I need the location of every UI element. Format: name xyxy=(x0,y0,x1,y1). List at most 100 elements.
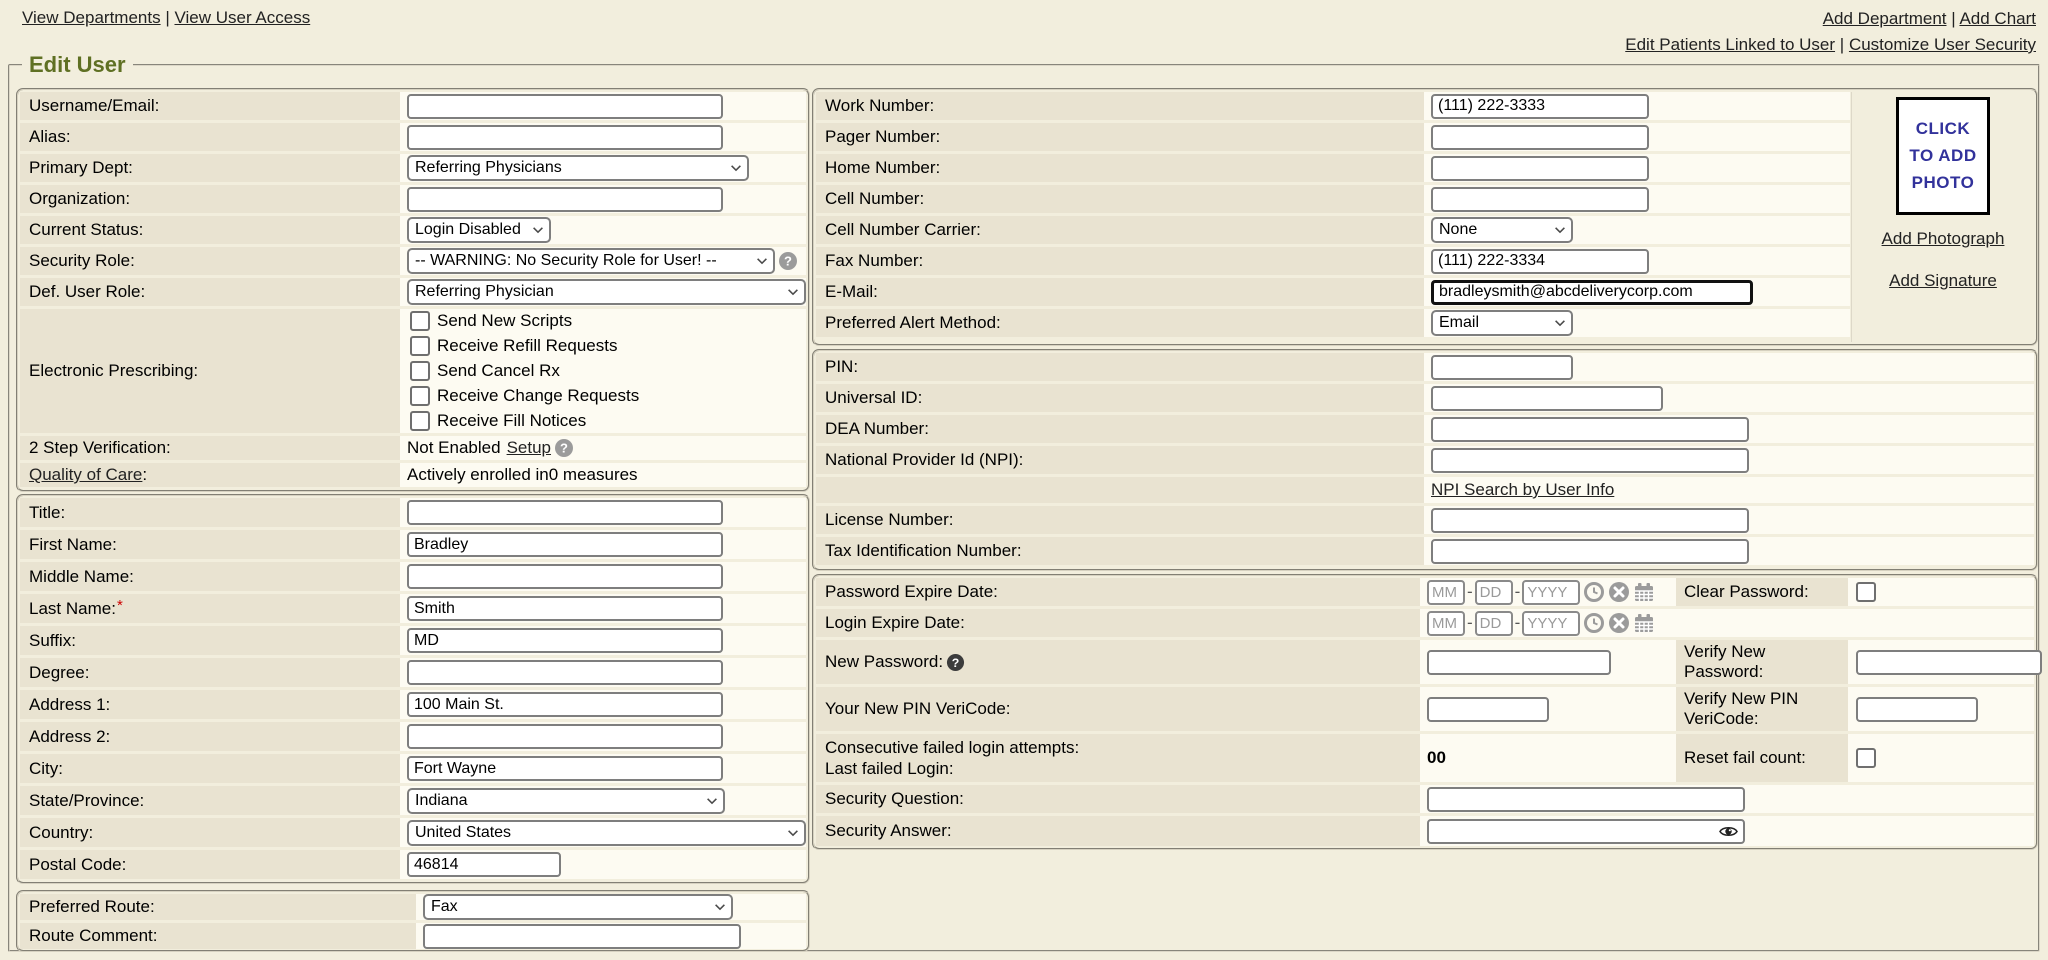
chevron-down-icon xyxy=(786,285,800,299)
dea-number-input[interactable] xyxy=(1431,417,1749,442)
clear-date-icon[interactable] xyxy=(1608,581,1630,603)
eye-icon[interactable] xyxy=(1719,825,1738,838)
receive-change-requests-checkbox[interactable] xyxy=(410,386,430,406)
photo-placeholder-line: PHOTO xyxy=(1912,173,1975,193)
preferred-route-select[interactable]: Fax xyxy=(423,894,733,920)
npi-search-by-user-info-link[interactable]: NPI Search by User Info xyxy=(1431,480,1614,500)
security-answer-input[interactable] xyxy=(1427,819,1745,844)
add-chart-link[interactable]: Add Chart xyxy=(1959,9,2036,28)
cell-number-carrier-value: None xyxy=(1439,221,1477,239)
postal-code-input[interactable] xyxy=(407,852,561,877)
country-select[interactable]: United States xyxy=(407,820,806,846)
license-number-input[interactable] xyxy=(1431,508,1749,533)
reset-fail-count-checkbox[interactable] xyxy=(1856,748,1876,768)
add-photograph-link[interactable]: Add Photograph xyxy=(1882,229,2005,249)
year-input[interactable] xyxy=(1522,611,1580,636)
pager-number-input[interactable] xyxy=(1431,125,1649,150)
view-user-access-link[interactable]: View User Access xyxy=(174,8,310,27)
alias-input[interactable] xyxy=(407,125,723,150)
verify-new-password-input[interactable] xyxy=(1856,650,2042,675)
route-section: Preferred Route:FaxRoute Comment: xyxy=(16,890,810,952)
verify-new-password-label: Verify New Password: xyxy=(1676,640,1848,684)
home-number-input[interactable] xyxy=(1431,156,1649,181)
receive-change-requests-option: Receive Change Requests xyxy=(410,383,639,408)
photo-panel: CLICK TO ADD PHOTO Add Photograph Add Si… xyxy=(1851,92,2034,342)
clock-icon[interactable] xyxy=(1583,581,1605,603)
clear-date-icon[interactable] xyxy=(1608,612,1630,634)
organization-input[interactable] xyxy=(407,187,723,212)
day-input[interactable] xyxy=(1475,580,1513,605)
quality-of-care-link[interactable]: Quality of Care xyxy=(29,465,142,484)
date-inputs: -- xyxy=(1427,580,1655,605)
primary-dept-value: Referring Physicians xyxy=(415,159,562,177)
add-signature-link[interactable]: Add Signature xyxy=(1889,271,1997,291)
clock-icon[interactable] xyxy=(1583,612,1605,634)
work-number-input[interactable] xyxy=(1431,94,1649,119)
view-departments-link[interactable]: View Departments xyxy=(22,8,161,27)
security-role-row: Security Role:-- WARNING: No Security Ro… xyxy=(20,247,806,275)
primary-dept-select[interactable]: Referring Physicians xyxy=(407,155,749,181)
help-icon[interactable]: ? xyxy=(554,438,574,458)
receive-fill-notices-checkbox[interactable] xyxy=(410,411,430,431)
setup-link[interactable]: Setup xyxy=(507,438,551,458)
organization-label: Organization: xyxy=(29,189,130,209)
first-name-input[interactable] xyxy=(407,532,723,557)
cell-number-carrier-row: Cell Number Carrier:None xyxy=(816,216,1850,244)
universal-id-input[interactable] xyxy=(1431,386,1663,411)
chevron-down-icon xyxy=(713,900,727,914)
new-password-input[interactable] xyxy=(1427,650,1611,675)
account-section: Username/Email:Alias:Primary Dept:Referr… xyxy=(16,88,810,492)
country-row: Country:United States xyxy=(20,818,806,847)
month-input[interactable] xyxy=(1427,611,1465,636)
address-1-input[interactable] xyxy=(407,692,723,717)
help-dark-icon[interactable]: ? xyxy=(946,653,965,672)
date-dash: - xyxy=(1515,582,1521,602)
tax-identification-number-input[interactable] xyxy=(1431,539,1749,564)
receive-refill-requests-checkbox[interactable] xyxy=(410,336,430,356)
state-province-select[interactable]: Indiana xyxy=(407,788,725,814)
security-question-input[interactable] xyxy=(1427,787,1745,812)
current-status-value: Login Disabled xyxy=(415,221,521,239)
month-input[interactable] xyxy=(1427,580,1465,605)
preferred-alert-method-select[interactable]: Email xyxy=(1431,310,1573,336)
header-links-right-row1: Add Department | Add Chart xyxy=(1625,6,2036,32)
city-row: City: xyxy=(20,754,806,783)
svg-text:?: ? xyxy=(784,254,792,269)
title-row: Title: xyxy=(20,498,806,527)
pin-input[interactable] xyxy=(1431,355,1573,380)
help-icon[interactable]: ? xyxy=(778,251,798,271)
calendar-icon[interactable] xyxy=(1633,581,1655,603)
security-answer-label: Security Answer: xyxy=(825,821,952,841)
fax-number-input[interactable] xyxy=(1431,249,1649,274)
calendar-icon[interactable] xyxy=(1633,612,1655,634)
send-cancel-rx-checkbox[interactable] xyxy=(410,361,430,381)
last-name-input[interactable] xyxy=(407,596,723,621)
send-new-scripts-checkbox[interactable] xyxy=(410,311,430,331)
def-user-role-select[interactable]: Referring Physician xyxy=(407,279,806,305)
e-mail-label: E-Mail: xyxy=(825,282,878,302)
cell-number-carrier-select[interactable]: None xyxy=(1431,217,1573,243)
current-status-select[interactable]: Login Disabled xyxy=(407,217,551,243)
clear-password-checkbox[interactable] xyxy=(1856,582,1876,602)
city-input[interactable] xyxy=(407,756,723,781)
add-photo-button[interactable]: CLICK TO ADD PHOTO xyxy=(1896,97,1990,215)
address-2-input[interactable] xyxy=(407,724,723,749)
send-new-scripts-option: Send New Scripts xyxy=(410,309,572,334)
middle-name-input[interactable] xyxy=(407,564,723,589)
national-provider-id-npi-input[interactable] xyxy=(1431,448,1749,473)
your-new-pin-vericode-input[interactable] xyxy=(1427,697,1549,722)
contact-section: Work Number:Pager Number:Home Number:Cel… xyxy=(812,88,2038,346)
cell-number-input[interactable] xyxy=(1431,187,1649,212)
security-role-select[interactable]: -- WARNING: No Security Role for User! -… xyxy=(407,248,775,274)
add-department-link[interactable]: Add Department xyxy=(1823,9,1947,28)
day-input[interactable] xyxy=(1475,611,1513,636)
e-mail-input[interactable] xyxy=(1431,280,1753,305)
npi-search-by-user-info-row: NPI Search by User Info xyxy=(816,477,2034,503)
verify-new-pin-vericode-input[interactable] xyxy=(1856,697,1978,722)
degree-input[interactable] xyxy=(407,660,723,685)
route-comment-input[interactable] xyxy=(423,924,741,949)
username-email-input[interactable] xyxy=(407,94,723,119)
suffix-input[interactable] xyxy=(407,628,723,653)
title-input[interactable] xyxy=(407,500,723,525)
year-input[interactable] xyxy=(1522,580,1580,605)
